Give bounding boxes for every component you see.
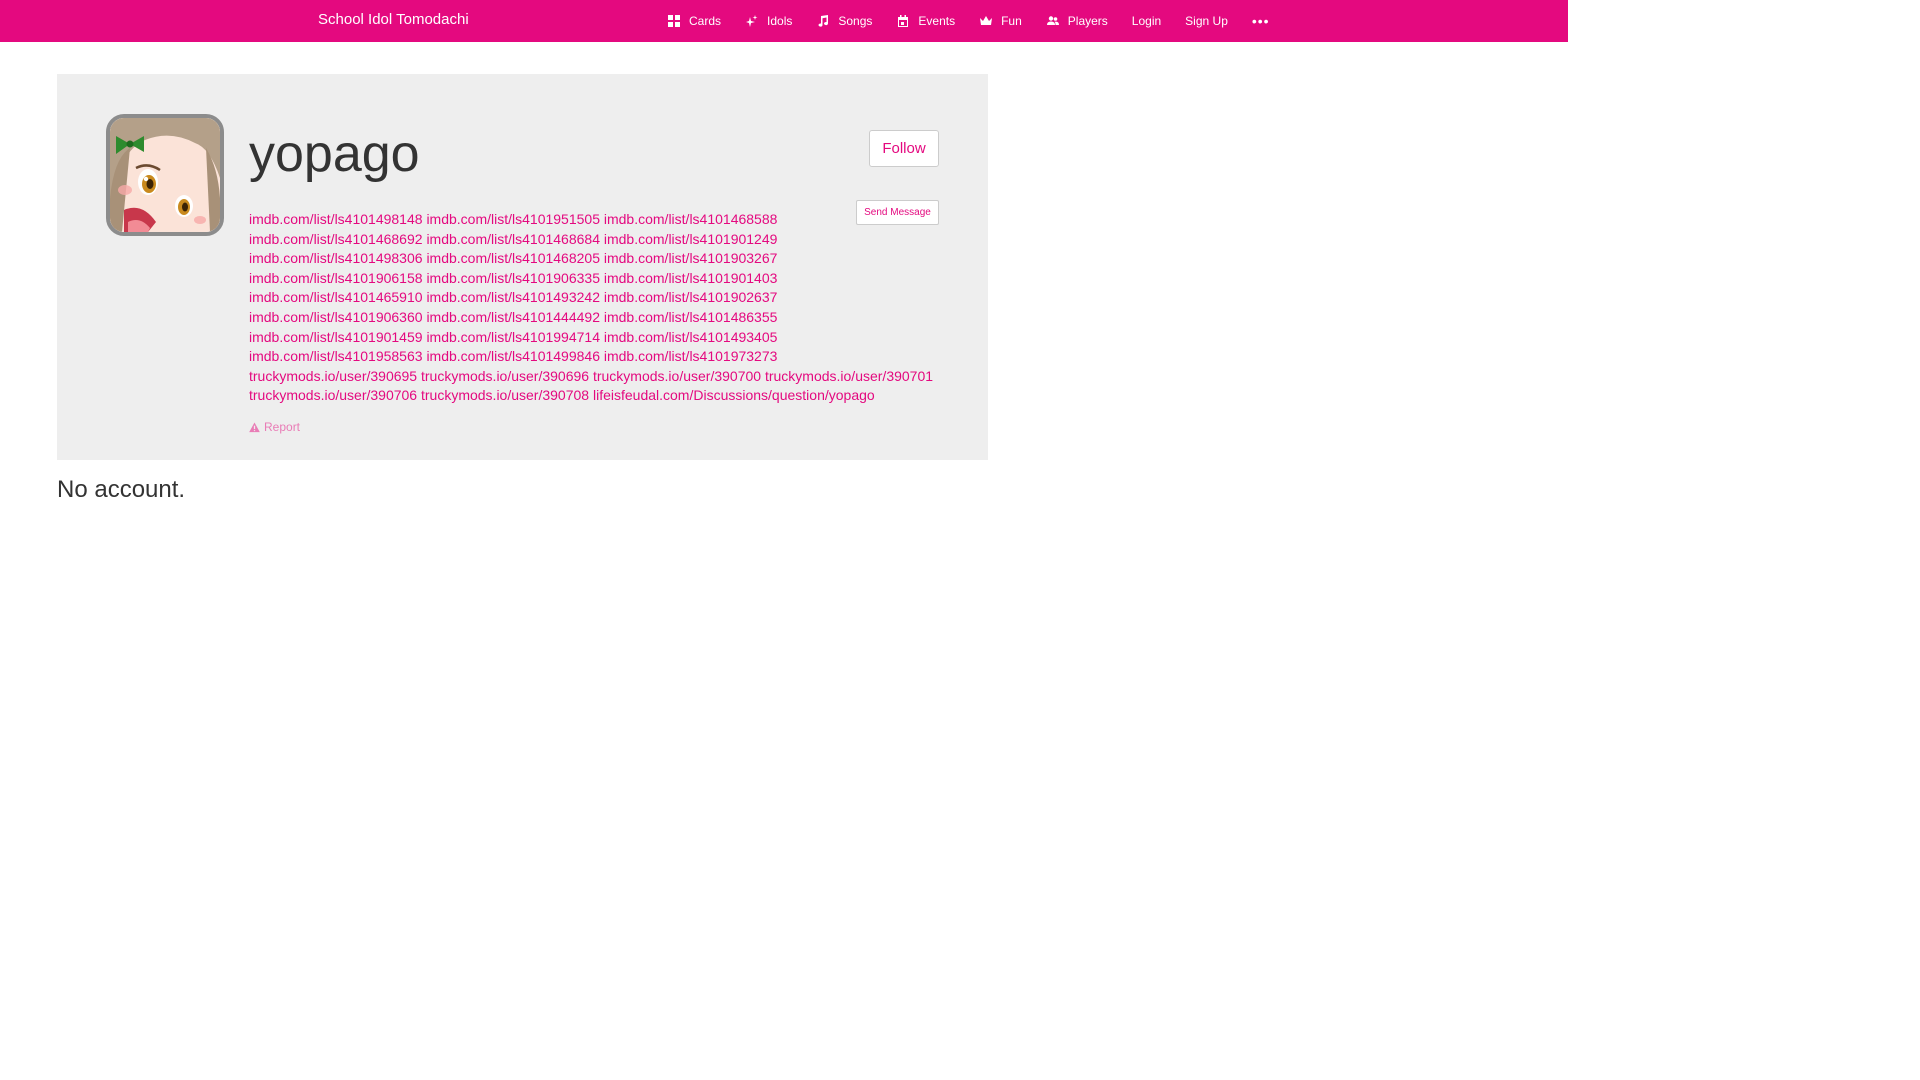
profile-link[interactable]: truckymods.io/user/390695 (249, 368, 417, 384)
players-icon (1046, 14, 1060, 28)
profile-link[interactable]: imdb.com/list/ls4101951505 (426, 211, 600, 227)
avatar[interactable] (106, 114, 224, 236)
nav-fun-label: Fun (1001, 14, 1022, 28)
profile-link[interactable]: imdb.com/list/ls4101902637 (604, 289, 778, 305)
profile-link[interactable]: imdb.com/list/ls4101906360 (249, 309, 423, 325)
nav-events[interactable]: Events (884, 0, 967, 42)
profile-panel: yopago Follow Send Message imdb.com/list… (57, 74, 988, 460)
profile-link[interactable]: imdb.com/list/ls4101901459 (249, 329, 423, 345)
nav-idols[interactable]: Idols (733, 0, 804, 42)
nav-menu: Cards Idols Songs Events Fun Players Log… (655, 0, 1282, 42)
profile-link[interactable]: imdb.com/list/ls4101901249 (604, 231, 778, 247)
top-navbar: School Idol Tomodachi Cards Idols Songs … (0, 0, 1568, 42)
profile-link[interactable]: imdb.com/list/ls4101468684 (426, 231, 600, 247)
profile-link[interactable]: imdb.com/list/ls4101444492 (426, 309, 600, 325)
profile-link[interactable]: imdb.com/list/ls4101493405 (604, 329, 778, 345)
nav-login[interactable]: Login (1120, 0, 1173, 42)
brand-link[interactable]: School Idol Tomodachi (318, 11, 469, 28)
profile-link[interactable]: imdb.com/list/ls4101906158 (249, 270, 423, 286)
profile-link[interactable]: imdb.com/list/ls4101973273 (604, 348, 778, 364)
nav-signup-label: Sign Up (1185, 14, 1228, 28)
more-menu-button[interactable]: ••• (1240, 0, 1282, 42)
crown-icon (979, 14, 993, 28)
profile-username: yopago (249, 125, 420, 183)
report-link[interactable]: Report (249, 420, 300, 434)
nav-songs[interactable]: Songs (804, 0, 884, 42)
profile-link[interactable]: lifeisfeudal.com/Discussions/question/yo… (593, 387, 875, 403)
profile-link[interactable]: truckymods.io/user/390696 (421, 368, 589, 384)
profile-link[interactable]: imdb.com/list/ls4101498306 (249, 250, 423, 266)
more-dots-icon: ••• (1251, 13, 1270, 29)
nav-players[interactable]: Players (1034, 0, 1120, 42)
profile-link[interactable]: imdb.com/list/ls4101468588 (604, 211, 778, 227)
follow-button[interactable]: Follow (869, 130, 939, 167)
profile-link[interactable]: imdb.com/list/ls4101499846 (426, 348, 600, 364)
report-label: Report (264, 420, 301, 434)
profile-link[interactable]: imdb.com/list/ls4101901403 (604, 270, 778, 286)
profile-link[interactable]: imdb.com/list/ls4101958563 (249, 348, 423, 364)
profile-link[interactable]: imdb.com/list/ls4101903267 (604, 250, 778, 266)
profile-link[interactable]: truckymods.io/user/390708 (421, 387, 589, 403)
music-note-icon (816, 14, 830, 28)
nav-fun[interactable]: Fun (967, 0, 1034, 42)
nav-songs-label: Songs (838, 14, 873, 28)
nav-cards[interactable]: Cards (655, 0, 733, 42)
profile-link[interactable]: truckymods.io/user/390700 (593, 368, 761, 384)
profile-link[interactable]: imdb.com/list/ls4101994714 (426, 329, 600, 345)
profile-link[interactable]: imdb.com/list/ls4101468205 (426, 250, 600, 266)
nav-login-label: Login (1131, 14, 1162, 28)
profile-link[interactable]: truckymods.io/user/390701 (765, 368, 933, 384)
profile-link[interactable]: imdb.com/list/ls4101498148 (249, 211, 423, 227)
nav-idols-label: Idols (767, 14, 793, 28)
profile-link[interactable]: imdb.com/list/ls4101906335 (426, 270, 600, 286)
nav-cards-label: Cards (689, 14, 722, 28)
profile-link[interactable]: truckymods.io/user/390706 (249, 387, 417, 403)
cards-icon (667, 14, 681, 28)
calendar-icon (896, 14, 910, 28)
warning-icon (249, 421, 260, 432)
nav-players-label: Players (1067, 14, 1108, 28)
nav-events-label: Events (918, 14, 956, 28)
profile-link[interactable]: imdb.com/list/ls4101486355 (604, 309, 778, 325)
profile-link[interactable]: imdb.com/list/ls4101468692 (249, 231, 423, 247)
no-account-message: No account. (57, 476, 186, 503)
profile-link[interactable]: imdb.com/list/ls4101465910 (249, 289, 423, 305)
profile-link[interactable]: imdb.com/list/ls4101493242 (426, 289, 600, 305)
sparkle-icon (745, 14, 759, 28)
nav-signup[interactable]: Sign Up (1173, 0, 1240, 42)
avatar-image (110, 118, 220, 232)
profile-links: imdb.com/list/ls4101498148 imdb.com/list… (249, 210, 949, 406)
